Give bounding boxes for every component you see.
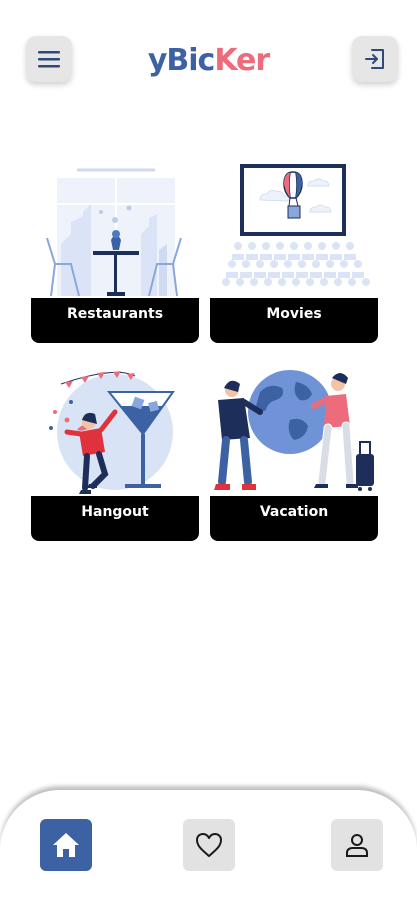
nav-profile-button[interactable] (331, 819, 383, 871)
travel-globe-illustration (214, 370, 374, 491)
category-card-restaurants[interactable]: Restaurants (31, 164, 199, 349)
party-cocktail-illustration (49, 371, 175, 494)
cinema-screen-illustration (222, 164, 370, 286)
logo-text-part2: Ker (214, 43, 270, 78)
category-card-movies[interactable]: Movies (210, 164, 378, 349)
category-label: Restaurants (31, 298, 199, 343)
restaurant-table-illustration (46, 168, 182, 297)
category-card-vacation[interactable]: Vacation (210, 362, 378, 547)
logout-button[interactable] (352, 36, 398, 82)
category-label: Vacation (210, 496, 378, 541)
category-label: Movies (210, 298, 378, 343)
category-card-hangout[interactable]: Hangout (31, 362, 199, 547)
home-icon (53, 833, 79, 857)
sign-out-icon (365, 49, 384, 69)
nav-home-button[interactable] (40, 819, 92, 871)
category-label: Hangout (31, 496, 199, 541)
nav-favorites-button[interactable] (183, 819, 235, 871)
logo-text-part1: yBic (147, 43, 215, 78)
heart-icon (196, 833, 222, 857)
bottom-navigation (0, 790, 417, 900)
user-icon (346, 834, 368, 857)
